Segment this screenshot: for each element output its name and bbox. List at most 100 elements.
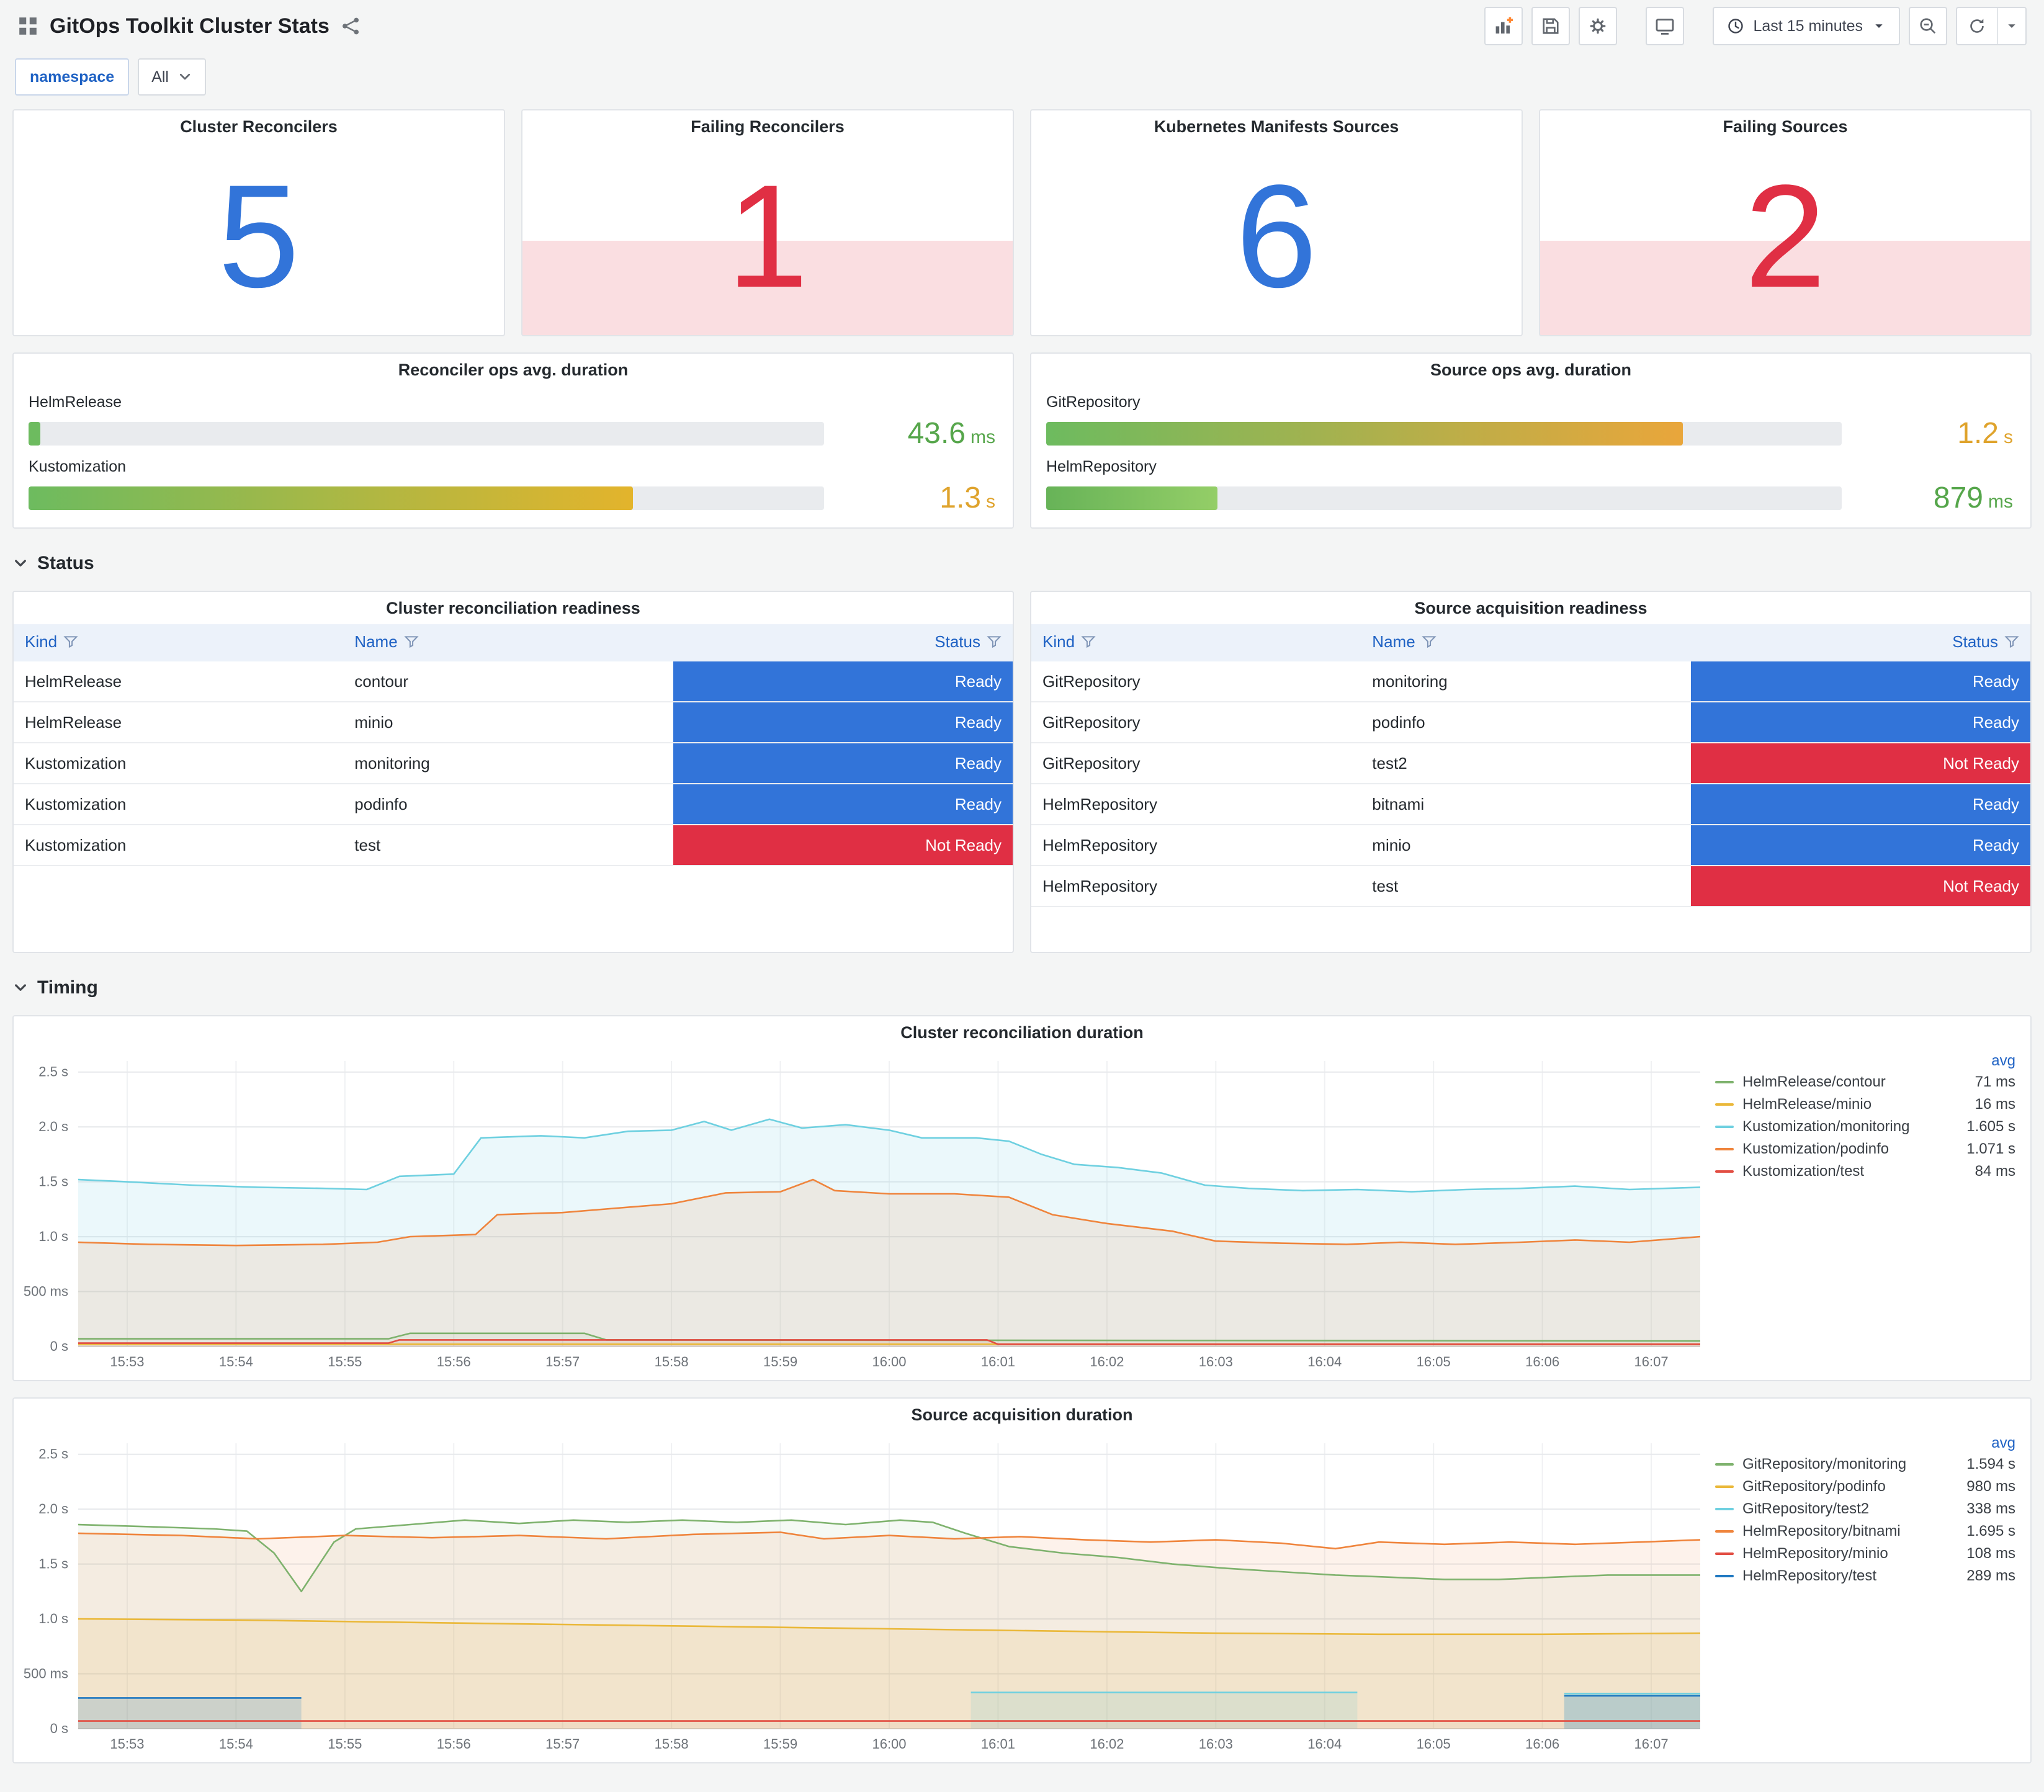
status-badge: Ready [1690,702,2030,742]
add-panel-button[interactable] [1484,7,1523,45]
panel-title[interactable]: Source acquisition readiness [1031,592,2030,624]
series-name: GitRepository/podinfo [1742,1478,1886,1495]
column-header-status[interactable]: Status [1690,624,2030,661]
column-header-kind[interactable]: Kind [14,624,344,661]
table-row: HelmRepository minio Ready [1031,825,2030,866]
column-header-name[interactable]: Name [1361,624,1691,661]
stat-row: Cluster Reconcilers 5 Failing Reconcilers 1… [12,109,2032,336]
panel-add-icon [1495,17,1513,34]
legend-item[interactable]: HelmRelease/contour 71 ms [1715,1071,2015,1093]
variable-value-dropdown[interactable]: All [138,58,206,96]
plot-area[interactable]: 15:53 15:54 15:55 15:56 15:57 15:58 15:59 16:00… [14,1049,1710,1376]
table-row: HelmRepository bitnami Ready [1031,784,2030,825]
svg-text:16:06: 16:06 [1525,1736,1559,1752]
legend-item[interactable]: GitRepository/podinfo 980 ms [1715,1476,2015,1498]
panel-title[interactable]: Reconciler ops avg. duration [14,354,1013,386]
svg-text:16:01: 16:01 [981,1354,1015,1369]
table-panel: Cluster reconciliation readiness Kind Name… [12,591,1014,953]
legend-item[interactable]: GitRepository/test2 338 ms [1715,1498,2015,1520]
svg-text:1.0 s: 1.0 s [38,1229,68,1244]
series-color-swatch [1715,1530,1734,1533]
stat-value: 5 [218,155,300,318]
gauge-fill [29,421,41,446]
series-color-swatch [1715,1170,1734,1173]
share-icon[interactable] [341,16,361,36]
svg-text:500 ms: 500 ms [24,1284,68,1299]
chevron-down-icon [15,560,26,567]
cell-name: monitoring [1361,661,1691,702]
caret-down-icon [2008,24,2015,28]
svg-text:15:53: 15:53 [110,1354,144,1369]
cell-name: podinfo [1361,702,1691,743]
zoom-out-time-button[interactable] [1909,7,1947,45]
status-badge: Not Ready [1690,866,2030,906]
section-title: Status [37,553,94,573]
stat-panel: Cluster Reconcilers 5 [12,109,505,336]
gauge-row-item: HelmRelease 43.6 ms [29,393,998,450]
legend-item[interactable]: HelmRepository/test 289 ms [1715,1565,2015,1587]
table-row: HelmRelease contour Ready [14,661,1013,702]
column-header-name[interactable]: Name [343,624,673,661]
series-name: GitRepository/monitoring [1742,1456,1907,1472]
series-avg-value: 1.594 s [1966,1456,2015,1472]
cell-status: Ready [673,661,1013,702]
legend-item[interactable]: Kustomization/podinfo 1.071 s [1715,1138,2015,1160]
svg-text:16:05: 16:05 [1417,1736,1451,1752]
search-minus-icon [1920,18,1936,34]
gear-icon [1590,18,1605,34]
apps-grid-icon[interactable] [17,16,38,37]
status-badge: Ready [673,784,1013,824]
refresh-button[interactable] [1957,8,1997,44]
gauge-label: GitRepository [1046,393,1141,411]
filter-icon[interactable] [63,635,78,653]
time-range-picker[interactable]: Last 15 minutes [1712,7,1900,45]
dashboard-settings-button[interactable] [1578,7,1617,45]
filter-icon[interactable] [2004,635,2019,653]
time-series-plot[interactable]: 15:53 15:54 15:55 15:56 15:57 15:58 15:59 16:00… [14,1049,1710,1374]
filter-icon[interactable] [1422,635,1437,653]
refresh-interval-dropdown[interactable] [1997,8,2025,44]
column-header-status[interactable]: Status [673,624,1013,661]
legend-item[interactable]: Kustomization/monitoring 1.605 s [1715,1116,2015,1138]
svg-text:16:07: 16:07 [1634,1354,1669,1369]
section-timing[interactable]: Timing [12,969,2032,1006]
gauge-value: 1.2 s [1957,417,2013,450]
legend-item[interactable]: HelmRelease/minio 16 ms [1715,1093,2015,1116]
save-dashboard-button[interactable] [1531,7,1570,45]
svg-text:16:04: 16:04 [1307,1354,1342,1369]
panel-title[interactable]: Cluster reconciliation duration [14,1016,2030,1049]
series-avg-value: 1.695 s [1966,1523,2015,1539]
filter-icon[interactable] [1081,635,1096,653]
svg-text:15:56: 15:56 [437,1354,471,1369]
svg-text:2.5 s: 2.5 s [38,1446,68,1462]
svg-text:15:55: 15:55 [328,1354,362,1369]
column-header-kind[interactable]: Kind [1031,624,1361,661]
panel-title[interactable]: Source ops avg. duration [1031,354,2030,386]
save-icon [1542,18,1559,34]
legend-item[interactable]: GitRepository/monitoring 1.594 s [1715,1453,2015,1476]
legend-item[interactable]: HelmRepository/minio 108 ms [1715,1543,2015,1565]
panel-title[interactable]: Source acquisition duration [14,1399,2030,1431]
svg-text:16:03: 16:03 [1199,1736,1233,1752]
section-status[interactable]: Status [12,545,2032,582]
legend-item[interactable]: HelmRepository/bitnami 1.695 s [1715,1520,2015,1543]
panel-title[interactable]: Cluster reconciliation readiness [14,592,1013,624]
filter-icon[interactable] [987,635,1002,653]
cell-kind: Kustomization [14,743,344,784]
series-avg-value: 338 ms [1966,1500,2015,1517]
svg-text:2.5 s: 2.5 s [38,1064,68,1080]
cycle-view-button[interactable] [1645,7,1684,45]
cell-kind: HelmRepository [1031,784,1361,825]
svg-text:16:04: 16:04 [1307,1736,1342,1752]
tables-row: Cluster reconciliation readiness Kind Name… [12,591,2032,953]
svg-text:15:54: 15:54 [219,1354,253,1369]
time-series-plot[interactable]: 15:53 15:54 15:55 15:56 15:57 15:58 15:59 16:00… [14,1431,1710,1756]
cell-name: minio [343,702,673,743]
filter-icon[interactable] [404,635,419,653]
plot-area[interactable]: 15:53 15:54 15:55 15:56 15:57 15:58 15:59 16:00… [14,1431,1710,1758]
gauge-label: HelmRelease [29,393,122,411]
svg-text:16:07: 16:07 [1634,1736,1669,1752]
gauge-fill [1046,486,1217,510]
legend-item[interactable]: Kustomization/test 84 ms [1715,1160,2015,1183]
section-title: Timing [37,977,98,998]
